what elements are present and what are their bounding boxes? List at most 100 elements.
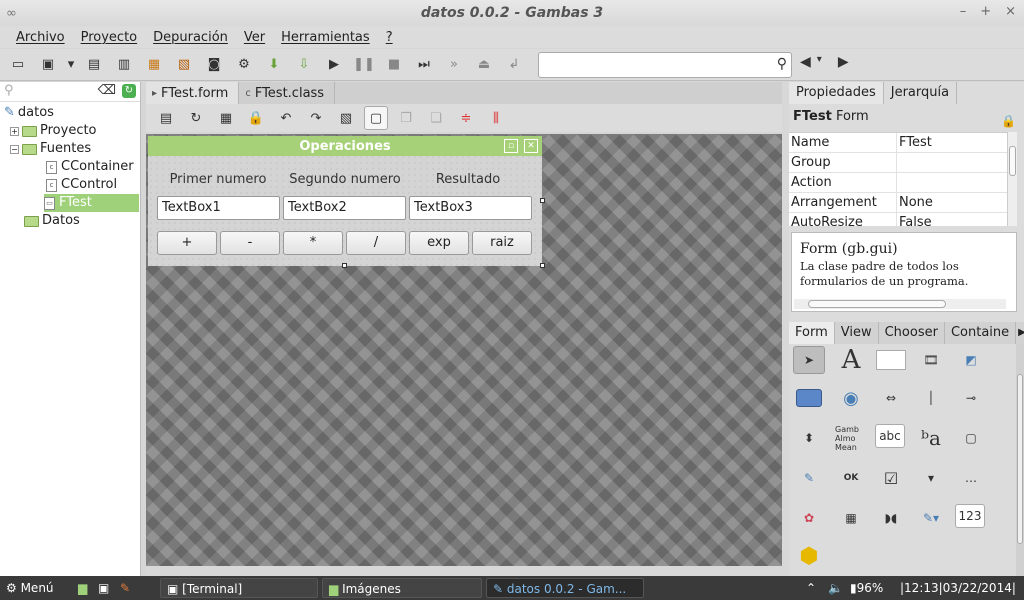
grid-toggle-icon[interactable]: ▢ [364, 106, 388, 130]
font-tool-icon[interactable]: ᵇa [915, 424, 947, 452]
expand-icon[interactable]: + [10, 126, 19, 136]
tab-view[interactable]: View [835, 322, 879, 344]
tree-item-proyecto[interactable]: + Proyecto [10, 122, 97, 140]
splitter[interactable] [782, 82, 789, 576]
align-middle-icon[interactable]: ⫼ [484, 106, 508, 130]
listbox-tool[interactable]: Gamb Almo Mean [835, 424, 867, 452]
task-gambas[interactable]: ✎ datos 0.0.2 - Gam... [486, 578, 644, 598]
form-designer-window[interactable]: Operaciones ▫ ✕ Primer numero Segundo nu… [148, 136, 542, 266]
lock-icon[interactable]: 🔒 [244, 106, 268, 130]
tab-form[interactable]: Form [789, 322, 835, 344]
textlabel-tool-icon[interactable] [875, 346, 907, 374]
open-project-icon[interactable]: ▣ [36, 53, 60, 77]
new-project-icon[interactable]: ▭ [6, 53, 30, 77]
tree-filter-input[interactable]: ⚲ ⌫ ↻ [0, 82, 140, 102]
undo-icon[interactable]: ↶ [274, 106, 298, 130]
forward-arrow-icon[interactable]: ▶ [838, 54, 849, 70]
valuebox-tool[interactable]: 123 [955, 504, 985, 528]
compile-all-icon[interactable]: ⇩ [292, 53, 316, 77]
spinbox-tool-icon[interactable]: ⬍ [793, 424, 825, 452]
dropdown-icon[interactable]: ▾ [66, 53, 76, 77]
menu-proyecto[interactable]: Proyecto [73, 30, 146, 45]
resize-handle[interactable] [342, 263, 347, 268]
tab-ftest-class[interactable]: c FTest.class [239, 82, 336, 104]
tabs-scroll-right-icon[interactable]: ▶ [1016, 322, 1024, 344]
terminal-launcher-icon[interactable]: ▣ [98, 576, 109, 600]
property-row[interactable]: Arrangement None [789, 193, 1017, 213]
back-arrow-icon[interactable]: ◀ [800, 54, 811, 70]
checkbox-tool-icon[interactable]: ☑ [875, 464, 907, 492]
plus-button[interactable]: + [157, 231, 217, 255]
pause-icon[interactable]: ❚❚ [352, 53, 376, 77]
step-icon[interactable]: ⏭ [412, 53, 436, 77]
tree-item-datos-folder[interactable]: Datos [24, 212, 80, 230]
menu-button-tool-icon[interactable]: ✎▾ [915, 504, 947, 532]
play-icon[interactable]: ▶ [322, 53, 346, 77]
combobox-tool-icon[interactable]: ▾ [915, 464, 947, 492]
resize-handle[interactable] [540, 263, 545, 268]
workspace-horizontal-scrollbar[interactable] [146, 566, 782, 576]
pointer-tool-icon[interactable]: ➤ [793, 346, 825, 374]
tree-item-fuentes[interactable]: − Fuentes [10, 140, 91, 158]
clock[interactable]: |12:13|03/22/2014| [900, 576, 1016, 600]
scrollbar-tool-icon[interactable]: ⇔ [875, 384, 907, 412]
refresh-icon[interactable]: ↻ [122, 84, 136, 98]
code-icon[interactable]: ▦ [214, 106, 238, 130]
textbox3[interactable]: TextBox3 [409, 196, 532, 220]
resize-handle[interactable] [540, 198, 545, 203]
maximize-button[interactable]: + [980, 4, 991, 19]
send-back-icon[interactable]: ❏ [424, 106, 448, 130]
menu-help[interactable]: ? [378, 30, 401, 45]
tree-item-datos[interactable]: ✎ datos [4, 104, 54, 122]
task-terminal[interactable]: ▣ [Terminal] [160, 578, 318, 598]
tab-propiedades[interactable]: Propiedades [789, 82, 884, 104]
task-imagenes[interactable]: ▆ Imágenes [322, 578, 482, 598]
reload-icon[interactable]: ↻ [184, 106, 208, 130]
panel-tool-icon[interactable] [793, 384, 825, 412]
textbox-tool[interactable]: abc [875, 424, 905, 448]
gambas-tool-icon[interactable]: ✎ [793, 464, 825, 492]
align-center-icon[interactable]: ≑ [454, 106, 478, 130]
menu-depuracion[interactable]: Depuración [145, 30, 236, 45]
divide-button[interactable]: / [346, 231, 406, 255]
scrollbar-thumb[interactable] [1009, 146, 1016, 176]
property-grid-scrollbar[interactable] [1007, 132, 1017, 226]
textbox2[interactable]: TextBox2 [283, 196, 406, 220]
arrow-up-icon[interactable]: ⌃ [806, 576, 816, 600]
properties-icon[interactable]: ▦ [142, 53, 166, 77]
settings-icon[interactable]: ⚙ [232, 53, 256, 77]
redo-icon[interactable]: ↷ [304, 106, 328, 130]
property-row[interactable]: Action [789, 173, 1017, 193]
battery-status[interactable]: ▮96% [850, 576, 883, 600]
mask-tool-icon[interactable]: ◗◖ [875, 504, 907, 532]
minimize-button[interactable]: – [960, 4, 967, 19]
menu-editor-icon[interactable]: ▧ [334, 106, 358, 130]
volume-icon[interactable]: 🔈 [828, 576, 843, 600]
eject-icon[interactable]: ⏏ [472, 53, 496, 77]
slider-tool-icon[interactable]: ⊸ [955, 384, 987, 412]
clear-filter-icon[interactable]: ⌫ [98, 83, 116, 98]
lock-icon[interactable]: 🔒 [1001, 108, 1016, 134]
make-icon[interactable]: ◙ [202, 53, 226, 77]
search-input[interactable]: ⚲ [538, 52, 792, 78]
cube-tool-icon[interactable]: ⬢ [793, 542, 825, 570]
raiz-button[interactable]: raiz [472, 231, 532, 255]
file-manager-launcher-icon[interactable]: ▆ [78, 576, 87, 600]
drawing-tool-icon[interactable]: ✿ [793, 504, 825, 532]
property-row[interactable]: AutoResize False [789, 213, 1017, 226]
movie-tool-icon[interactable]: 🎞 [915, 346, 947, 374]
radio-tool-icon[interactable]: ◉ [835, 384, 867, 412]
save-icon[interactable]: ▤ [82, 53, 106, 77]
toolbox-scrollbar[interactable] [1016, 344, 1024, 576]
search-icon[interactable]: ⚲ [777, 56, 787, 72]
property-row[interactable]: Name FTest [789, 133, 1017, 153]
tab-container[interactable]: Containe [945, 322, 1017, 344]
label-tool[interactable]: A [835, 345, 867, 375]
menu-archivo[interactable]: Archivo [8, 30, 73, 45]
tree-item-ftest[interactable]: ▭ FTest [44, 194, 139, 212]
property-row[interactable]: Group [789, 153, 1017, 173]
menu-herramientas[interactable]: Herramientas [273, 30, 378, 45]
compile-icon[interactable]: ⬇ [262, 53, 286, 77]
tab-ftest-form[interactable]: ▸ FTest.form [146, 82, 240, 104]
form-maximize-icon[interactable]: ▫ [504, 139, 518, 153]
